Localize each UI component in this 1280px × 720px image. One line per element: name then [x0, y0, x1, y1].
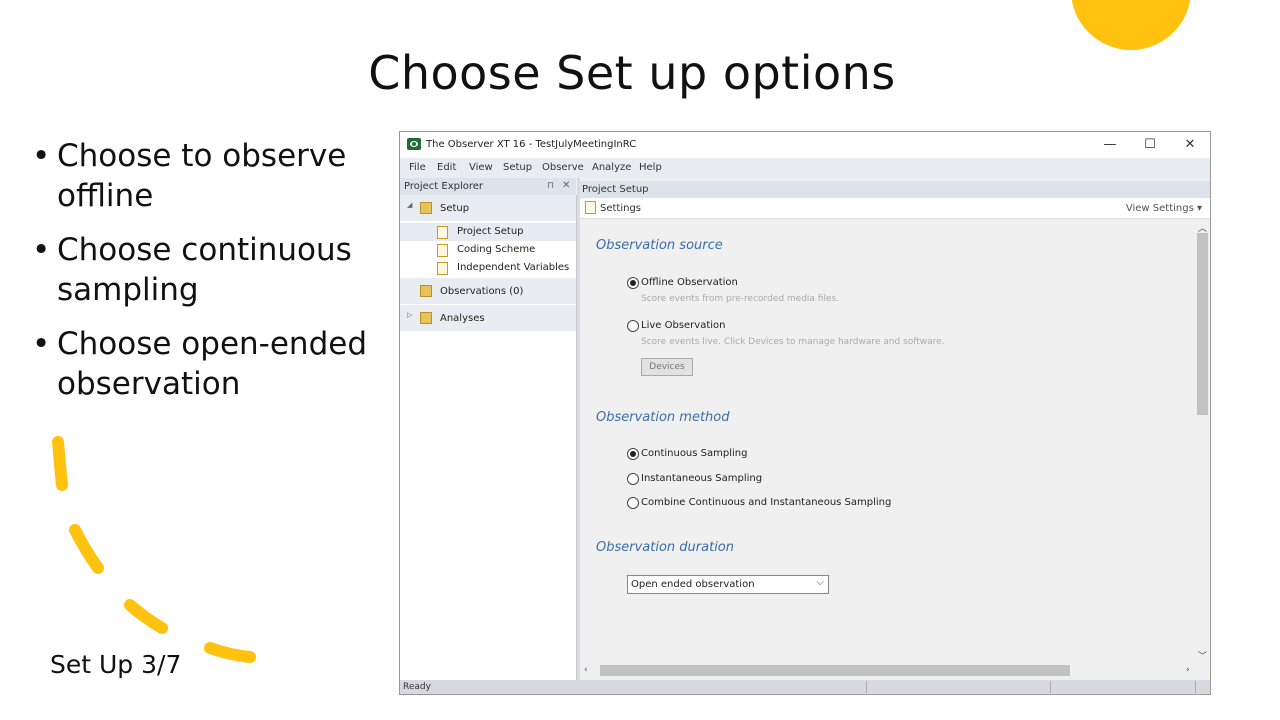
decorative-circle — [1071, 0, 1191, 50]
maximize-button[interactable]: ☐ — [1130, 132, 1170, 158]
tree-item-independent-variables[interactable]: Independent Variables — [400, 259, 576, 277]
menu-bar: File Edit View Setup Observe Analyze Hel… — [400, 158, 1210, 178]
bullet-item: • Choose continuous sampling — [32, 232, 352, 308]
offline-observation-description: Score events from pre-recorded media fil… — [641, 294, 840, 304]
slide-title: Choose Set up options — [368, 46, 896, 100]
combine-sampling-radio[interactable] — [627, 497, 639, 509]
tree-item-analyses[interactable]: ▷ Analyses — [400, 305, 576, 332]
minimize-button[interactable]: — — [1090, 132, 1130, 158]
observation-duration-title: Observation duration — [596, 540, 734, 555]
tree-item-observations[interactable]: Observations (0) — [400, 278, 576, 305]
document-icon — [437, 244, 448, 257]
bullet-item: • Choose open-ended observation — [32, 326, 367, 402]
observation-duration-select[interactable]: Open ended observation ⌵ — [627, 575, 829, 594]
tree-item-coding-scheme[interactable]: Coding Scheme — [400, 241, 576, 259]
settings-content: Observation source Offline Observation S… — [580, 219, 1195, 662]
observation-method-title: Observation method — [596, 410, 730, 425]
tree-item-project-setup[interactable]: Project Setup — [400, 223, 576, 241]
tree-item-setup[interactable]: ◢ Setup — [400, 195, 576, 222]
devices-button[interactable]: Devices — [641, 358, 693, 376]
document-icon — [437, 262, 448, 275]
vertical-scrollbar[interactable]: ︿ ﹀ — [1195, 219, 1210, 662]
close-button[interactable]: ✕ — [1170, 132, 1210, 158]
menu-help[interactable]: Help — [639, 162, 662, 173]
project-explorer: ◢ Setup Project Setup Coding Scheme Inde… — [400, 195, 577, 680]
pin-icon[interactable]: ⊓ — [547, 181, 554, 191]
live-observation-radio[interactable] — [627, 320, 639, 332]
folder-icon — [420, 202, 432, 214]
title-bar[interactable]: The Observer XT 16 - TestJulyMeetingInRC… — [400, 132, 1210, 158]
status-text: Ready — [403, 682, 431, 692]
continuous-sampling-label[interactable]: Continuous Sampling — [641, 448, 747, 459]
vertical-scroll-thumb[interactable] — [1197, 233, 1208, 415]
offline-observation-radio[interactable] — [627, 277, 639, 289]
live-observation-label[interactable]: Live Observation — [641, 320, 726, 331]
folder-icon — [420, 312, 432, 324]
close-pane-icon[interactable]: ✕ — [562, 180, 570, 191]
app-window: The Observer XT 16 - TestJulyMeetingInRC… — [399, 131, 1211, 695]
scroll-down-icon[interactable]: ﹀ — [1198, 649, 1207, 662]
horizontal-scroll-thumb[interactable] — [600, 665, 1070, 676]
chevron-down-icon: ⌵ — [816, 577, 824, 588]
window-title: The Observer XT 16 - TestJulyMeetingInRC — [426, 139, 637, 150]
bullet-list: • Choose to observe offline • Choose cont… — [32, 136, 377, 418]
project-setup-header: Project Setup — [580, 181, 1210, 198]
menu-analyze[interactable]: Analyze — [592, 162, 631, 173]
project-explorer-header: Project Explorer ⊓ ✕ — [400, 178, 576, 195]
decorative-dashed-arc — [52, 436, 256, 663]
instantaneous-sampling-radio[interactable] — [627, 473, 639, 485]
folder-icon — [420, 285, 432, 297]
offline-observation-label[interactable]: Offline Observation — [641, 277, 738, 288]
menu-view[interactable]: View — [469, 162, 493, 173]
observation-source-title: Observation source — [596, 238, 723, 253]
settings-icon — [585, 201, 596, 214]
horizontal-scrollbar[interactable]: ‹ › — [580, 662, 1195, 679]
settings-doc-icon — [437, 226, 448, 239]
menu-observe[interactable]: Observe — [542, 162, 584, 173]
continuous-sampling-radio[interactable] — [627, 448, 639, 460]
scroll-right-icon[interactable]: › — [1186, 665, 1190, 675]
menu-setup[interactable]: Setup — [503, 162, 532, 173]
menu-edit[interactable]: Edit — [437, 162, 456, 173]
bullet-item: • Choose to observe offline — [32, 138, 347, 214]
scroll-left-icon[interactable]: ‹ — [584, 665, 588, 675]
view-settings-dropdown[interactable]: View Settings ▾ — [1126, 203, 1202, 214]
menu-file[interactable]: File — [409, 162, 426, 173]
status-bar: Ready — [400, 680, 1210, 694]
combine-sampling-label[interactable]: Combine Continuous and Instantaneous Sam… — [641, 497, 891, 508]
settings-bar: Settings View Settings ▾ — [580, 198, 1210, 219]
expand-triangle-icon[interactable]: ▷ — [407, 311, 412, 319]
collapse-triangle-icon[interactable]: ◢ — [407, 201, 412, 209]
observer-app-icon — [407, 138, 421, 150]
instantaneous-sampling-label[interactable]: Instantaneous Sampling — [641, 473, 762, 484]
slide-footer: Set Up 3/7 — [50, 650, 182, 679]
live-observation-description: Score events live. Click Devices to mana… — [641, 337, 945, 347]
